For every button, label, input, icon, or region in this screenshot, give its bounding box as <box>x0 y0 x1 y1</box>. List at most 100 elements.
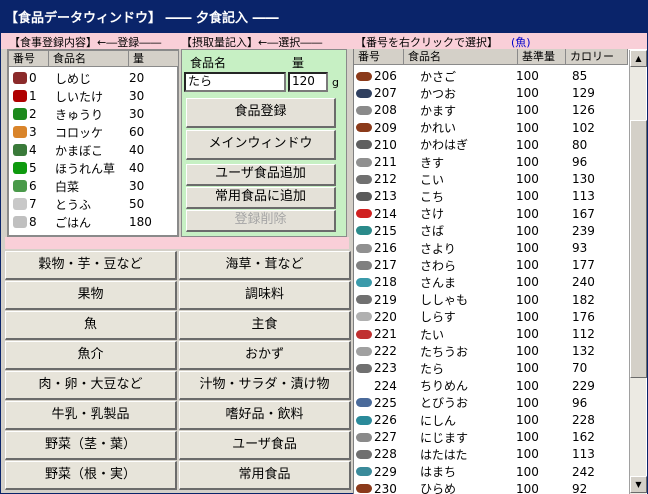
food-row-number[interactable]: 206 <box>374 69 406 83</box>
food-row-number[interactable]: 209 <box>374 121 406 135</box>
delete-registration-button[interactable]: 登録削除 <box>186 210 336 232</box>
meal-row[interactable]: 7 とうふ 50 <box>9 195 173 213</box>
food-row-number[interactable]: 213 <box>374 189 406 203</box>
food-row[interactable]: 207 かつお 100 129 <box>354 84 624 102</box>
category-button[interactable]: 調味料 <box>179 281 351 310</box>
category-button[interactable]: 魚介 <box>5 341 177 370</box>
food-row-base: 100 <box>516 395 539 410</box>
food-row-number[interactable]: 207 <box>374 86 406 100</box>
food-row[interactable]: 226 にしん 100 228 <box>354 411 624 429</box>
main-window-button[interactable]: メインウィンドウ <box>186 130 336 160</box>
food-row[interactable]: 220 しらす 100 176 <box>354 308 624 326</box>
category-button[interactable]: 主食 <box>179 311 351 340</box>
category-button[interactable]: 魚 <box>5 311 177 340</box>
food-list-scrollbar[interactable]: ▲ ▼ <box>629 50 647 494</box>
meal-row[interactable]: 8 ごはん 180 <box>9 213 173 231</box>
food-row-number[interactable]: 215 <box>374 224 406 238</box>
meal-row[interactable]: 1 しいたけ 30 <box>9 87 173 105</box>
food-row[interactable]: 229 はまち 100 242 <box>354 463 624 481</box>
header-number[interactable]: 番号 <box>354 49 404 65</box>
food-row-number[interactable]: 224 <box>374 379 406 393</box>
food-row[interactable]: 215 さば 100 239 <box>354 222 624 240</box>
food-row[interactable]: 227 にじます 100 162 <box>354 428 624 446</box>
category-button[interactable]: 野菜（茎・葉） <box>5 431 177 460</box>
food-row[interactable]: 230 ひらめ 100 92 <box>354 480 624 494</box>
meal-row[interactable]: 6 白菜 30 <box>9 177 173 195</box>
food-row[interactable]: 208 かます 100 126 <box>354 101 624 119</box>
food-row-number[interactable]: 230 <box>374 482 406 494</box>
category-button[interactable]: 嗜好品・飲料 <box>179 401 351 430</box>
header-base-amount[interactable]: 基準量 <box>518 49 566 65</box>
header-food-name[interactable]: 食品名 <box>49 51 129 67</box>
fish-icon <box>356 88 372 98</box>
food-row[interactable]: 214 さけ 100 167 <box>354 205 624 223</box>
food-row[interactable]: 217 さわら 100 177 <box>354 256 624 274</box>
food-row[interactable]: 211 きす 100 96 <box>354 153 624 171</box>
category-button[interactable]: 果物 <box>5 281 177 310</box>
meal-row[interactable]: 5 ほうれん草 40 <box>9 159 173 177</box>
food-row[interactable]: 228 はたはた 100 113 <box>354 445 624 463</box>
food-row-number[interactable]: 219 <box>374 293 406 307</box>
header-amount[interactable]: 量 <box>129 51 179 67</box>
scroll-down-button[interactable]: ▼ <box>630 476 647 493</box>
category-button[interactable]: おかず <box>179 341 351 370</box>
food-row-number[interactable]: 222 <box>374 344 406 358</box>
food-row-number[interactable]: 220 <box>374 310 406 324</box>
food-row[interactable]: 223 たら 100 70 <box>354 359 624 377</box>
food-row-number[interactable]: 211 <box>374 155 406 169</box>
food-row[interactable]: 219 ししゃも 100 182 <box>354 291 624 309</box>
header-food-name[interactable]: 食品名 <box>404 49 518 65</box>
food-row-number[interactable]: 227 <box>374 430 406 444</box>
add-user-food-button[interactable]: ユーザ食品追加 <box>186 164 336 186</box>
food-row-number[interactable]: 208 <box>374 103 406 117</box>
meal-list[interactable]: 番号 食品名 量 0 しめじ 20 1 しいたけ 30 2 きゅうり 30 3 コロッケ 60 4 かまぼ… <box>8 50 179 236</box>
category-button[interactable]: 海草・茸など <box>179 251 351 280</box>
food-row-number[interactable]: 214 <box>374 207 406 221</box>
food-row-number[interactable]: 226 <box>374 413 406 427</box>
food-row-number[interactable]: 221 <box>374 327 406 341</box>
food-row-number[interactable]: 217 <box>374 258 406 272</box>
food-row[interactable]: 218 さんま 100 240 <box>354 273 624 291</box>
food-row[interactable]: 216 さより 100 93 <box>354 239 624 257</box>
add-common-food-button[interactable]: 常用食品に追加 <box>186 187 336 209</box>
food-row-number[interactable]: 216 <box>374 241 406 255</box>
header-number[interactable]: 番号 <box>9 51 49 67</box>
food-row[interactable]: 224 ちりめん 100 229 <box>354 377 624 395</box>
meal-row[interactable]: 4 かまぼこ 40 <box>9 141 173 159</box>
category-button[interactable]: 常用食品 <box>179 461 351 490</box>
meal-row[interactable]: 0 しめじ 20 <box>9 69 173 87</box>
fish-icon <box>356 484 372 494</box>
meal-row[interactable]: 3 コロッケ 60 <box>9 123 173 141</box>
category-button[interactable]: 肉・卵・大豆など <box>5 371 177 400</box>
food-row-number[interactable]: 228 <box>374 447 406 461</box>
food-row[interactable]: 206 かさご 100 85 <box>354 67 624 85</box>
category-button[interactable]: ユーザ食品 <box>179 431 351 460</box>
scroll-thumb[interactable] <box>630 120 647 378</box>
food-row[interactable]: 209 かれい 100 102 <box>354 119 624 137</box>
food-row[interactable]: 225 とびうお 100 96 <box>354 394 624 412</box>
quantity-field[interactable]: 120 <box>288 72 328 92</box>
food-list-panel[interactable]: 番号 食品名 基準量 カロリー 206 かさご 100 85 207 かつお 100 129 2… <box>353 49 647 494</box>
food-name-field[interactable]: たら <box>184 72 286 92</box>
category-button[interactable]: 野菜（根・実） <box>5 461 177 490</box>
category-button[interactable]: 穀物・芋・豆など <box>5 251 177 280</box>
food-row-number[interactable]: 212 <box>374 172 406 186</box>
scroll-up-button[interactable]: ▲ <box>630 50 647 67</box>
food-row-name: たちうお <box>420 344 469 359</box>
food-row-calorie: 96 <box>572 395 588 410</box>
food-row-number[interactable]: 229 <box>374 465 406 479</box>
category-button[interactable]: 汁物・サラダ・漬け物 <box>179 371 351 400</box>
food-row-number[interactable]: 210 <box>374 138 406 152</box>
food-row[interactable]: 210 かわはぎ 100 80 <box>354 136 624 154</box>
meal-row[interactable]: 2 きゅうり 30 <box>9 105 173 123</box>
register-food-button[interactable]: 食品登録 <box>186 98 336 128</box>
category-button[interactable]: 牛乳・乳製品 <box>5 401 177 430</box>
food-row[interactable]: 222 たちうお 100 132 <box>354 342 624 360</box>
food-row[interactable]: 213 こち 100 113 <box>354 187 624 205</box>
food-row[interactable]: 212 こい 100 130 <box>354 170 624 188</box>
food-row[interactable]: 221 たい 100 112 <box>354 325 624 343</box>
food-row-number[interactable]: 218 <box>374 275 406 289</box>
header-calorie[interactable]: カロリー <box>566 49 628 65</box>
food-row-number[interactable]: 225 <box>374 396 406 410</box>
food-row-number[interactable]: 223 <box>374 361 406 375</box>
